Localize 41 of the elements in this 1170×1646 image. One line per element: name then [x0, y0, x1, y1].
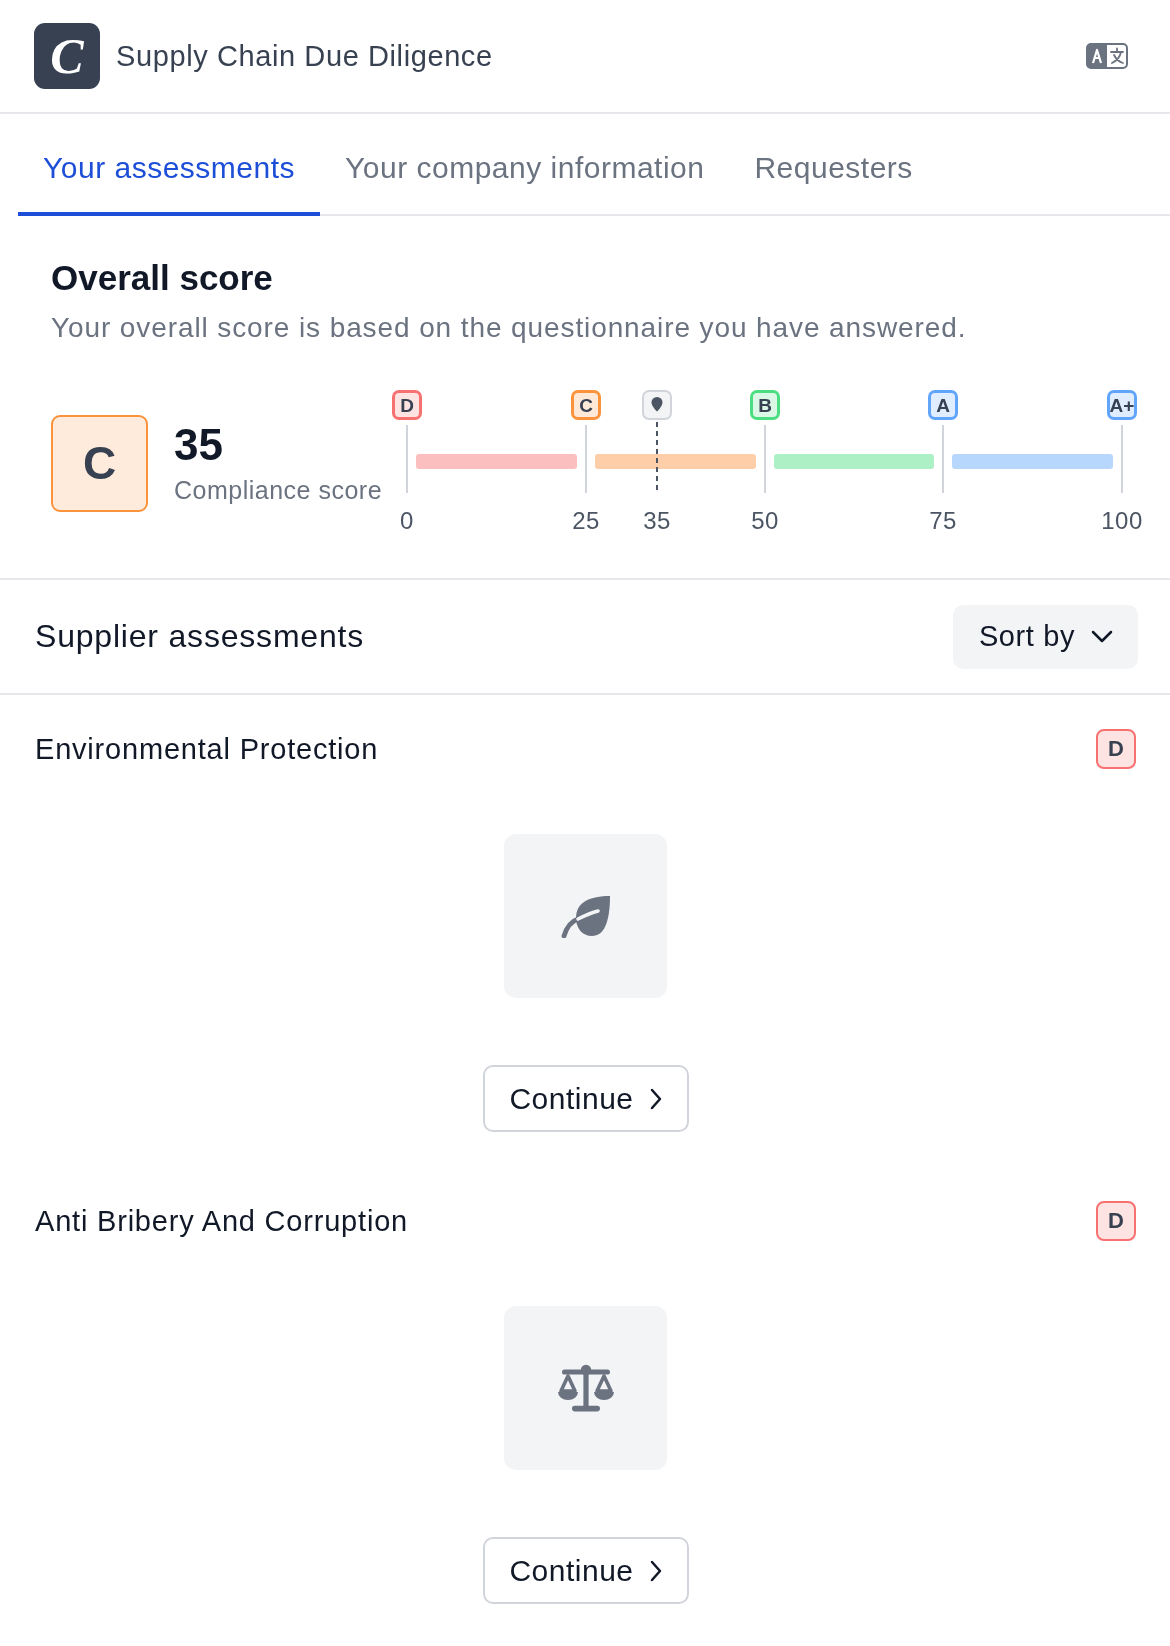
section-heading: Overall score [51, 257, 274, 299]
score-label: Compliance score [174, 476, 383, 504]
grade-badge: D [392, 390, 422, 420]
assessment-title: Environmental Protection [35, 732, 379, 766]
leaf-icon [559, 894, 612, 938]
chevron-right-icon [649, 1087, 662, 1110]
balance-scale-icon [555, 1363, 616, 1413]
grade-badge: D [1096, 1201, 1136, 1241]
app-title: Supply Chain Due Diligence [116, 39, 493, 73]
tick-mark [585, 425, 587, 493]
tab[interactable]: Requesters [729, 114, 938, 216]
tick-label: 0 [400, 507, 414, 534]
tick-mark [942, 425, 944, 493]
tick-label: 25 [572, 507, 600, 534]
tick-label: 50 [751, 507, 779, 534]
tab[interactable]: Your assessments [18, 114, 320, 216]
app-logo: C [34, 23, 100, 89]
pin-icon [651, 397, 663, 412]
marker-value-label: 35 [643, 507, 671, 534]
chevron-right-icon [649, 1559, 662, 1582]
sort-button[interactable]: Sort by [952, 604, 1138, 669]
grade-badge: A [928, 390, 958, 420]
translate-icon[interactable] [1086, 43, 1128, 69]
grade-badge: C [571, 390, 601, 420]
score-value: 35 [174, 422, 224, 468]
continue-button[interactable]: Continue [482, 1537, 689, 1604]
tick-label: 75 [929, 507, 957, 534]
grade-badge: B [750, 390, 780, 420]
tick-mark [406, 425, 408, 493]
grade-box: C [51, 414, 148, 512]
tick-mark [1121, 425, 1123, 493]
tab[interactable]: Your company information [320, 114, 730, 216]
grade-badge: A+ [1107, 390, 1137, 420]
assessment-title: Anti Bribery And Corruption [35, 1204, 408, 1238]
grade-badge: D [1096, 729, 1136, 769]
tick-mark [764, 425, 766, 493]
continue-button[interactable]: Continue [482, 1065, 689, 1132]
chevron-down-icon [1091, 630, 1113, 643]
section-description: Your overall score is based on the questionnaire you have answered. [51, 312, 968, 344]
tick-label: 100 [1101, 507, 1143, 534]
section-heading: Supplier assessments [35, 618, 365, 655]
